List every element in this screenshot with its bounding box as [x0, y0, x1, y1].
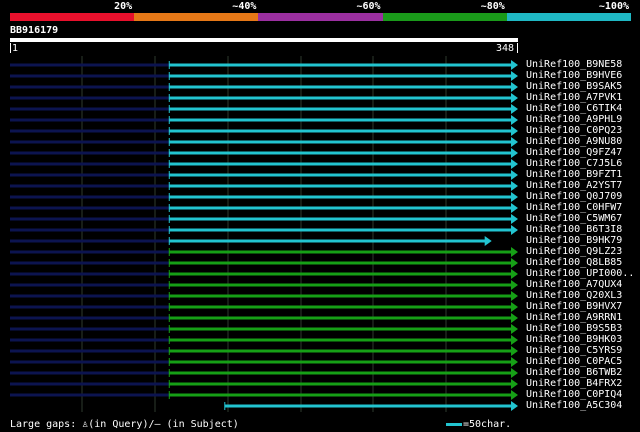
hit-arrowhead: [511, 368, 518, 378]
hit-label[interactable]: UniRef100_C6TIK4: [526, 103, 622, 114]
hit-arrowhead: [511, 71, 518, 81]
hit-arrowhead: [511, 115, 518, 125]
hit-label[interactable]: UniRef100_B6T3I8: [526, 224, 622, 235]
hit-arrowhead: [511, 170, 518, 180]
hit-arrowhead: [511, 93, 518, 103]
hit-label[interactable]: UniRef100_A9NU80: [526, 136, 622, 147]
hit-arrowhead: [511, 390, 518, 400]
hit-arrowhead: [511, 203, 518, 213]
hit-arrowhead: [484, 236, 492, 246]
hit-label[interactable]: UniRef100_B9HK03: [526, 334, 622, 345]
hit-arrowhead: [511, 148, 518, 158]
hit-label[interactable]: UniRef100_B9HK79: [526, 235, 622, 246]
hit-label[interactable]: UniRef100_UPI000..: [526, 268, 634, 279]
hit-label[interactable]: UniRef100_B9HVX7: [526, 301, 622, 312]
hit-label[interactable]: UniRef100_C5YRS9: [526, 345, 622, 356]
hit-label[interactable]: UniRef100_C0HFW7: [526, 202, 622, 213]
hit-label[interactable]: UniRef100_B4FRX2: [526, 378, 622, 389]
hit-arrowhead: [511, 104, 518, 114]
hit-arrowhead: [511, 335, 518, 345]
hit-arrowhead: [511, 126, 518, 136]
hit-arrowhead: [511, 280, 518, 290]
hit-label[interactable]: UniRef100_Q9LZ23: [526, 246, 622, 257]
hit-label[interactable]: UniRef100_A7QUX4: [526, 279, 622, 290]
hit-arrowhead: [511, 291, 518, 301]
scale-key-label: =50char.: [463, 419, 512, 430]
hit-arrowhead: [511, 137, 518, 147]
hit-label[interactable]: UniRef100_B9HVE6: [526, 70, 622, 81]
hit-label[interactable]: UniRef100_A9PHL9: [526, 114, 622, 125]
hit-label[interactable]: UniRef100_Q9FZ47: [526, 147, 622, 158]
hit-label[interactable]: UniRef100_A5C304: [526, 400, 622, 411]
hit-arrowhead: [511, 346, 518, 356]
hit-arrowhead: [511, 401, 518, 411]
hit-arrowhead: [511, 247, 518, 257]
hit-arrowhead: [511, 192, 518, 202]
hit-label[interactable]: UniRef100_C0PQ23: [526, 125, 622, 136]
hit-label[interactable]: UniRef100_C0PAC5: [526, 356, 622, 367]
hit-label[interactable]: UniRef100_B9S5B3: [526, 323, 622, 334]
hit-label[interactable]: UniRef100_B9FZT1: [526, 169, 622, 180]
hit-label[interactable]: UniRef100_C0PIQ4: [526, 389, 622, 400]
hit-arrowhead: [511, 225, 518, 235]
hit-label[interactable]: UniRef100_B6TWB2: [526, 367, 622, 378]
hit-arrowhead: [511, 181, 518, 191]
hit-label[interactable]: UniRef100_Q8LB85: [526, 257, 622, 268]
hit-label[interactable]: UniRef100_B9SAK5: [526, 81, 622, 92]
hit-arrowhead: [511, 258, 518, 268]
hit-arrowhead: [511, 324, 518, 334]
hit-arrowhead: [511, 269, 518, 279]
hit-label[interactable]: UniRef100_C7J5L6: [526, 158, 622, 169]
hit-label[interactable]: UniRef100_A9RRN1: [526, 312, 622, 323]
hit-label[interactable]: UniRef100_B9NE58: [526, 59, 622, 70]
gaps-footer: Large gaps: ♙(in Query)/– (in Subject): [10, 419, 239, 430]
hit-arrowhead: [511, 379, 518, 389]
hit-arrowhead: [511, 313, 518, 323]
hit-arrowhead: [511, 82, 518, 92]
hit-label[interactable]: UniRef100_A7PVK1: [526, 92, 622, 103]
hit-label[interactable]: UniRef100_A2YST7: [526, 180, 622, 191]
hit-label[interactable]: UniRef100_Q20XL3: [526, 290, 622, 301]
hit-label[interactable]: UniRef100_C5WM67: [526, 213, 622, 224]
hit-arrowhead: [511, 357, 518, 367]
hit-arrowhead: [511, 214, 518, 224]
scale-key-line: [446, 423, 462, 426]
hit-arrowhead: [511, 60, 518, 70]
hit-arrowhead: [511, 159, 518, 169]
hit-label[interactable]: UniRef100_Q0J709: [526, 191, 622, 202]
hit-arrowhead: [511, 302, 518, 312]
